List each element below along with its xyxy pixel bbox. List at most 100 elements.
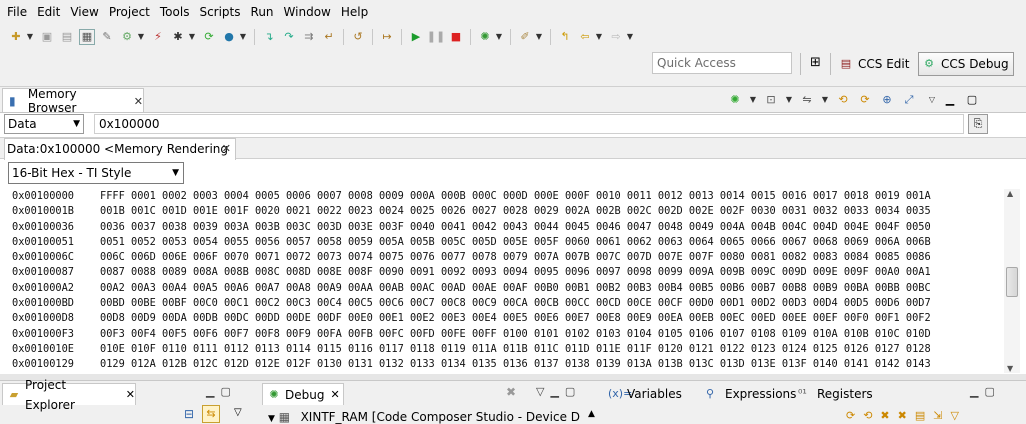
new-dropdown-icon[interactable]: ▼	[26, 29, 34, 45]
memory-connect-dropdown-icon[interactable]: ▼	[749, 92, 757, 108]
memory-row-data[interactable]: 0129 012A 012B 012C 012D 012E 012F 0130 …	[100, 357, 1000, 371]
tab-expressions[interactable]: ⚲ Expressions	[706, 385, 796, 403]
memory-row[interactable]: 0x001000BD 00BD 00BE 00BF 00C0 00C1 00C2 …	[0, 296, 1000, 311]
step-return-icon[interactable]: ↵	[321, 29, 337, 45]
debug-launch-dropdown-icon[interactable]: ▼	[137, 29, 145, 45]
memory-row[interactable]: 0x001000A2 00A2 00A3 00A4 00A5 00A6 00A7 …	[0, 281, 1000, 296]
memory-row-data[interactable]: 006C 006D 006E 006F 0070 0071 0072 0073 …	[100, 250, 1000, 265]
back-icon[interactable]: ⇦	[577, 29, 593, 45]
memory-row[interactable]: 0x00100087 0087 0088 0089 008A 008B 008C …	[0, 265, 1000, 280]
step-into-icon[interactable]: ↴	[261, 29, 277, 45]
close-icon[interactable]: ✕	[126, 385, 135, 405]
menu-run[interactable]: Run	[246, 0, 279, 25]
memory-row[interactable]: 0x0010006C 006C 006D 006E 006F 0070 0071 …	[0, 250, 1000, 265]
memory-row[interactable]: 0x00100051 0051 0052 0053 0054 0055 0056 …	[0, 235, 1000, 250]
debug-tree-item[interactable]: ▼ ▦ XINTF_RAM [Code Composer Studio - De…	[268, 409, 580, 424]
ccs-debug-perspective-button[interactable]: ⚙ CCS Debug	[918, 52, 1014, 76]
run-external-icon[interactable]: ⟳	[201, 29, 217, 45]
memory-new-tab-icon[interactable]: ⊡	[763, 92, 779, 108]
memory-table[interactable]: 0x00100000 FFFF 0001 0002 0003 0004 0005 …	[0, 189, 1000, 371]
forward-dropdown-icon[interactable]: ▼	[626, 29, 634, 45]
save-icon[interactable]: ▣	[39, 29, 55, 45]
memory-new-tab-dropdown-icon[interactable]: ▼	[785, 92, 793, 108]
save-all-icon[interactable]: ▤	[59, 29, 75, 45]
minimize-icon[interactable]: ▁	[942, 92, 958, 108]
memory-row-data[interactable]: 00F3 00F4 00F5 00F6 00F7 00F8 00F9 00FA …	[100, 327, 1000, 342]
view-menu-icon[interactable]: ▽	[234, 407, 242, 418]
memory-connect-icon[interactable]: ✺	[727, 92, 743, 108]
tab-debug[interactable]: ✺ Debug ✕	[262, 383, 344, 405]
format-select[interactable]: 16-Bit Hex - TI Style ▼	[8, 162, 184, 184]
memory-row-data[interactable]: 00D8 00D9 00DA 00DB 00DC 00DD 00DE 00DF …	[100, 311, 1000, 326]
tab-registers[interactable]: ⁰¹ Registers	[798, 385, 873, 403]
address-input[interactable]: 0x100000	[94, 114, 964, 134]
memory-row-data[interactable]: 0087 0088 0089 008A 008B 008C 008D 008E …	[100, 265, 1000, 280]
scroll-up-icon[interactable]: ▲	[1007, 189, 1013, 198]
target-dropdown-icon[interactable]: ▼	[188, 29, 196, 45]
link-editor-icon[interactable]: ⇆	[202, 405, 220, 423]
coverage-icon[interactable]: ●	[221, 29, 237, 45]
memory-load-dropdown-icon[interactable]: ▼	[821, 92, 829, 108]
menu-file[interactable]: File	[2, 0, 32, 25]
memory-row-data[interactable]: 010E 010F 0110 0111 0112 0113 0114 0115 …	[100, 342, 1000, 357]
scroll-down-icon[interactable]: ▼	[1007, 364, 1013, 373]
sync-icon[interactable]: ⟳	[857, 92, 873, 108]
menu-scripts[interactable]: Scripts	[194, 0, 245, 25]
resume-icon[interactable]: ▶	[408, 29, 424, 45]
debug-minmax[interactable]: ▽▁▢	[536, 385, 581, 398]
menu-edit[interactable]: Edit	[32, 0, 65, 25]
memory-type-select[interactable]: Data ▼	[4, 114, 84, 134]
memory-row-data[interactable]: 00A2 00A3 00A4 00A5 00A6 00A7 00A8 00A9 …	[100, 281, 1000, 296]
memory-row-data[interactable]: 0051 0052 0053 0054 0055 0056 0057 0058 …	[100, 235, 1000, 250]
build-icon[interactable]: ▦	[79, 29, 95, 45]
open-perspective-icon[interactable]: ⊞	[810, 55, 826, 71]
maximize-icon[interactable]: ▢	[964, 92, 980, 108]
variables-minmax[interactable]: ▁▢	[970, 385, 1001, 398]
target-icon[interactable]: ✱	[170, 29, 186, 45]
vertical-scrollbar[interactable]: ▲ ▼	[1004, 189, 1020, 373]
memory-row[interactable]: 0x0010010E 010E 010F 0110 0111 0112 0113 …	[0, 342, 1000, 357]
project-explorer-minmax[interactable]: ▁▢	[206, 385, 237, 398]
build-config-icon[interactable]: ✎	[99, 29, 115, 45]
coverage-dropdown-icon[interactable]: ▼	[239, 29, 247, 45]
scrollbar-thumb[interactable]	[1006, 267, 1018, 297]
forward-icon[interactable]: ⇨	[608, 29, 624, 45]
menu-tools[interactable]: Tools	[155, 0, 195, 25]
new-icon[interactable]: ✚	[8, 29, 24, 45]
new-renderer-icon[interactable]: ⊕	[879, 92, 895, 108]
debug-launch-icon[interactable]: ⚙	[119, 29, 135, 45]
menu-window[interactable]: Window	[279, 0, 336, 25]
connect-target-icon[interactable]: ✺	[477, 29, 493, 45]
tab-memory-browser[interactable]: ▮ Memory Browser ✕	[2, 87, 144, 115]
restart-icon[interactable]: ↺	[350, 29, 366, 45]
memory-row[interactable]: 0x001000F3 00F3 00F4 00F5 00F6 00F7 00F8 …	[0, 327, 1000, 342]
refresh-icon[interactable]: ⟲	[835, 92, 851, 108]
memory-row[interactable]: 0x00100129 0129 012A 012B 012C 012D 012E …	[0, 357, 1000, 371]
collapse-all-icon[interactable]: ⊟	[184, 407, 194, 421]
memory-row-data[interactable]: 0036 0037 0038 0039 003A 003B 003C 003D …	[100, 220, 1000, 235]
memory-row[interactable]: 0x00100000 FFFF 0001 0002 0003 0004 0005 …	[0, 189, 1000, 204]
back-dropdown-icon[interactable]: ▼	[595, 29, 603, 45]
tab-project-explorer[interactable]: ▰ Project Explorer ✕	[2, 378, 136, 412]
memory-row-data[interactable]: 00BD 00BE 00BF 00C0 00C1 00C2 00C3 00C4 …	[100, 296, 1000, 311]
step-over-icon[interactable]: ↷	[281, 29, 297, 45]
scroll-up-icon[interactable]: ▲	[588, 409, 595, 419]
last-edit-icon[interactable]: ↰	[557, 29, 573, 45]
remove-terminated-icon[interactable]: ✖	[506, 385, 516, 399]
flash-icon[interactable]: ⚡	[150, 29, 166, 45]
memory-row[interactable]: 0x0010001B 001B 001C 001D 001E 001F 0020 …	[0, 204, 1000, 219]
ccs-edit-perspective-button[interactable]: ▤ CCS Edit	[836, 52, 913, 76]
connect-dropdown-icon[interactable]: ▼	[495, 29, 503, 45]
memory-row[interactable]: 0x001000D8 00D8 00D9 00DA 00DB 00DC 00DD …	[0, 311, 1000, 326]
terminate-icon[interactable]: ■	[448, 29, 464, 45]
quick-access-input[interactable]: Quick Access	[652, 52, 792, 74]
memory-load-icon[interactable]: ⇋	[799, 92, 815, 108]
memory-row-data[interactable]: 001B 001C 001D 001E 001F 0020 0021 0022 …	[100, 204, 1000, 219]
menu-help[interactable]: Help	[336, 0, 373, 25]
close-icon[interactable]: ✕	[330, 385, 339, 405]
suspend-icon[interactable]: ❚❚	[427, 29, 445, 45]
assembly-step-icon[interactable]: ⇉	[301, 29, 317, 45]
memory-row-data[interactable]: FFFF 0001 0002 0003 0004 0005 0006 0007 …	[100, 189, 1000, 204]
pin-dropdown-icon[interactable]: ▼	[535, 29, 543, 45]
export-icon[interactable]: ⤢	[901, 92, 917, 108]
